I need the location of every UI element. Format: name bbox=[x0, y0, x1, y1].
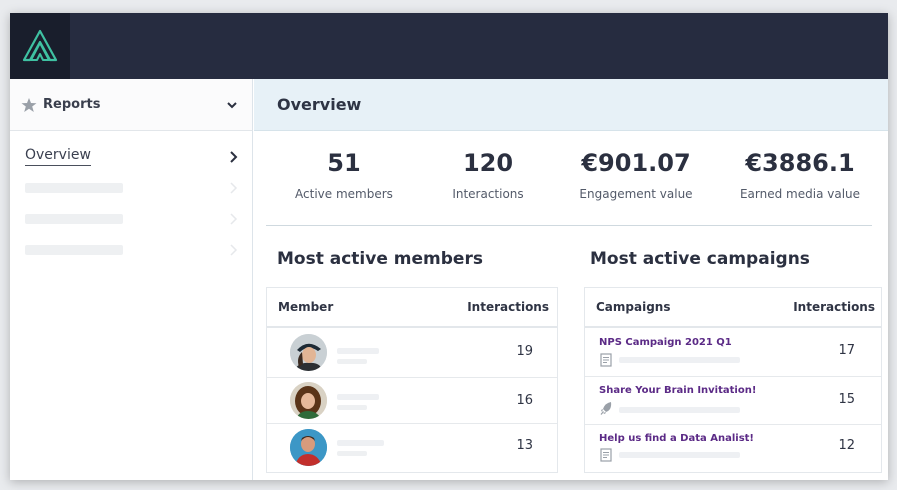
chevron-down-icon bbox=[227, 101, 237, 108]
placeholder-bar bbox=[337, 348, 379, 354]
campaign-link[interactable]: NPS Campaign 2021 Q1 bbox=[599, 337, 732, 348]
chevron-right-icon bbox=[230, 213, 238, 225]
avatar bbox=[290, 429, 327, 466]
avatar bbox=[290, 334, 327, 371]
star-icon bbox=[21, 97, 37, 112]
stat-active-members: 51 Active members bbox=[294, 149, 394, 201]
campaign-link[interactable]: Share Your Brain Invitation! bbox=[599, 385, 756, 396]
interactions-count: 12 bbox=[838, 438, 855, 453]
interactions-count: 15 bbox=[838, 392, 855, 407]
table-row[interactable]: 13 bbox=[267, 424, 557, 470]
placeholder-bar bbox=[337, 440, 384, 446]
table-header: Member Interactions bbox=[267, 288, 557, 328]
interactions-count: 13 bbox=[516, 438, 533, 453]
reports-dropdown[interactable]: Reports bbox=[10, 79, 252, 131]
table-row[interactable]: Help us find a Data Analist! 12 bbox=[585, 425, 881, 471]
reports-label: Reports bbox=[43, 97, 101, 112]
form-icon bbox=[600, 448, 612, 462]
sidebar-item-label: Overview bbox=[25, 147, 91, 166]
logo[interactable] bbox=[10, 13, 70, 79]
rocket-icon bbox=[600, 402, 612, 415]
stat-value: 51 bbox=[327, 149, 361, 177]
sidebar-item-placeholder[interactable] bbox=[10, 234, 252, 265]
logo-icon bbox=[22, 29, 58, 62]
placeholder-bar bbox=[619, 357, 740, 363]
avatar bbox=[290, 382, 327, 419]
sidebar-item-placeholder[interactable] bbox=[10, 203, 252, 234]
sidebar-item-placeholder[interactable] bbox=[10, 172, 252, 203]
column-header-interactions[interactable]: Interactions bbox=[467, 300, 549, 314]
placeholder-bar bbox=[337, 394, 379, 400]
table-row[interactable]: NPS Campaign 2021 Q1 17 bbox=[585, 328, 881, 377]
placeholder-bar bbox=[337, 405, 367, 410]
interactions-count: 19 bbox=[516, 344, 533, 359]
sidebar: Reports Overview bbox=[10, 79, 253, 480]
stat-value: 120 bbox=[462, 149, 514, 177]
members-table: Member Interactions 19 16 13 bbox=[266, 287, 558, 473]
app-window: Reports Overview Overview 51 Active memb… bbox=[10, 13, 888, 480]
chevron-right-icon bbox=[230, 244, 238, 256]
stat-earned-media-value: €3886.1 Earned media value bbox=[732, 149, 868, 201]
interactions-count: 16 bbox=[516, 393, 533, 408]
table-row[interactable]: Share Your Brain Invitation! 15 bbox=[585, 377, 881, 425]
column-header-member[interactable]: Member bbox=[278, 300, 333, 314]
campaigns-table: Campaigns Interactions NPS Campaign 2021… bbox=[584, 287, 882, 473]
avatar-image bbox=[290, 334, 327, 371]
overview-header: Overview bbox=[254, 79, 888, 131]
campaigns-section-title: Most active campaigns bbox=[590, 249, 810, 269]
stat-label: Active members bbox=[295, 187, 393, 201]
column-header-campaigns[interactable]: Campaigns bbox=[596, 300, 670, 314]
top-bar bbox=[10, 13, 888, 79]
campaign-link[interactable]: Help us find a Data Analist! bbox=[599, 433, 754, 444]
table-row[interactable]: 16 bbox=[267, 378, 557, 424]
stat-label: Interactions bbox=[452, 187, 524, 201]
main-content: Overview 51 Active members 120 Interacti… bbox=[254, 79, 888, 480]
stat-value: €3886.1 bbox=[745, 149, 855, 177]
page-title: Overview bbox=[277, 95, 362, 114]
form-icon bbox=[600, 353, 612, 367]
interactions-count: 17 bbox=[838, 343, 855, 358]
avatar-image bbox=[290, 429, 327, 466]
chevron-right-icon bbox=[230, 151, 238, 163]
members-section-title: Most active members bbox=[277, 249, 483, 269]
placeholder-bar bbox=[25, 244, 123, 255]
table-row[interactable]: 19 bbox=[267, 328, 557, 378]
avatar-image bbox=[290, 382, 327, 419]
placeholder-bar bbox=[619, 452, 740, 458]
stat-interactions: 120 Interactions bbox=[438, 149, 538, 201]
placeholder-bar bbox=[337, 451, 367, 456]
stat-engagement-value: €901.07 Engagement value bbox=[572, 149, 700, 201]
placeholder-bar bbox=[25, 182, 123, 193]
stats-row: 51 Active members 120 Interactions €901.… bbox=[266, 131, 872, 226]
column-header-interactions[interactable]: Interactions bbox=[793, 300, 875, 314]
sidebar-item-overview[interactable]: Overview bbox=[10, 141, 252, 172]
stat-value: €901.07 bbox=[581, 149, 691, 177]
placeholder-bar bbox=[619, 407, 740, 413]
stat-label: Earned media value bbox=[739, 187, 861, 201]
table-header: Campaigns Interactions bbox=[585, 288, 881, 328]
placeholder-bar bbox=[25, 213, 123, 224]
placeholder-bar bbox=[337, 359, 367, 364]
chevron-right-icon bbox=[230, 182, 238, 194]
stat-label: Engagement value bbox=[579, 187, 693, 201]
